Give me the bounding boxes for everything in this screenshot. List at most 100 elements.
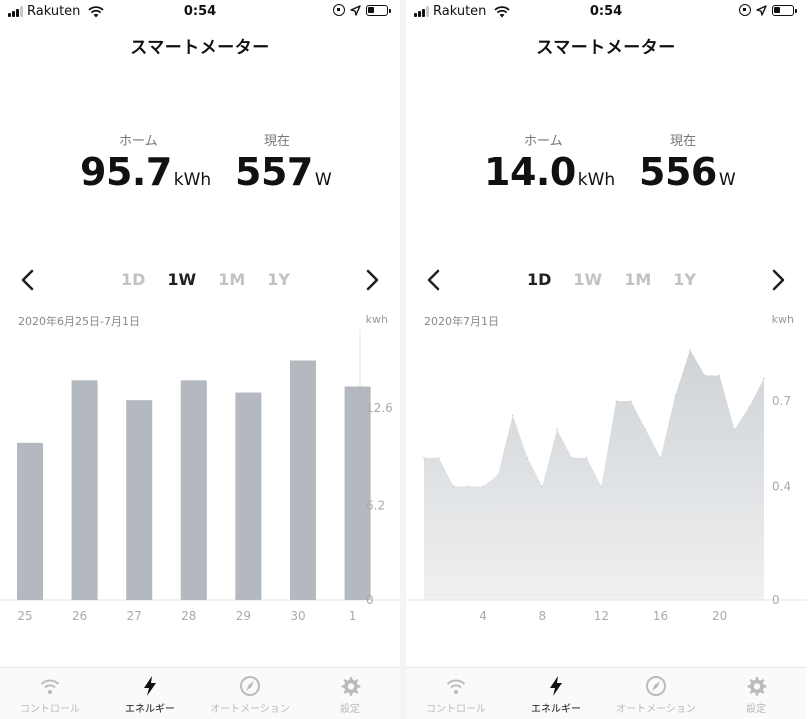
x-tick-label: 26 bbox=[72, 609, 87, 623]
location-icon bbox=[756, 4, 767, 16]
home-usage-unit: kWh bbox=[577, 170, 616, 190]
data-point bbox=[467, 485, 470, 488]
current-power-value: 557 bbox=[235, 150, 313, 194]
bar[interactable] bbox=[180, 380, 207, 600]
axis-unit: kwh bbox=[771, 313, 794, 326]
compass-icon bbox=[646, 676, 666, 696]
bar[interactable] bbox=[235, 392, 262, 600]
data-point bbox=[556, 428, 558, 431]
rotation-lock-icon bbox=[739, 4, 751, 16]
data-point bbox=[615, 400, 617, 402]
tab-control-label: コントロール bbox=[426, 704, 486, 715]
area-chart-svg: 4 8 12 16 20 0.7 0.4 0 bbox=[406, 349, 806, 623]
previous-period-button[interactable] bbox=[18, 268, 38, 292]
x-tick-label: 12 bbox=[594, 609, 609, 623]
current-power-unit: W bbox=[314, 170, 332, 190]
battery-icon bbox=[772, 4, 797, 16]
tab-settings[interactable]: 設定 bbox=[300, 668, 400, 719]
current-power-value: 556 bbox=[639, 150, 717, 194]
tab-automation-label: オートメーション bbox=[616, 704, 696, 715]
chevron-right-icon bbox=[366, 269, 379, 291]
area-series[interactable] bbox=[424, 349, 764, 600]
wifi-icon bbox=[446, 679, 466, 694]
data-point bbox=[644, 428, 647, 431]
home-label: ホーム bbox=[524, 134, 563, 149]
range-1m[interactable]: 1M bbox=[218, 270, 245, 289]
y-tick-label: 0 bbox=[366, 593, 374, 607]
chevron-left-icon bbox=[21, 269, 34, 291]
chevron-right-icon bbox=[772, 269, 785, 291]
gear-icon bbox=[747, 677, 767, 696]
tab-settings[interactable]: 設定 bbox=[706, 668, 806, 719]
compass-icon bbox=[240, 676, 260, 696]
gear-icon bbox=[341, 677, 361, 696]
daily-area-chart: 4 8 12 16 20 0.7 0.4 0 bbox=[406, 330, 806, 630]
axis-unit: kwh bbox=[365, 313, 388, 326]
bar[interactable] bbox=[290, 360, 316, 600]
x-tick-label: 16 bbox=[653, 609, 668, 623]
range-1w[interactable]: 1W bbox=[573, 270, 602, 289]
data-point bbox=[704, 374, 706, 377]
next-period-button[interactable] bbox=[768, 268, 788, 292]
tab-energy[interactable]: エネルギー bbox=[100, 668, 200, 719]
range-selector: 1D 1W 1M 1Y bbox=[527, 270, 696, 289]
home-usage-unit: kWh bbox=[173, 170, 212, 190]
y-tick-label: 0.7 bbox=[772, 394, 791, 408]
tab-energy[interactable]: エネルギー bbox=[506, 668, 606, 719]
data-point bbox=[571, 457, 573, 459]
data-point bbox=[452, 485, 455, 488]
x-tick-label: 30 bbox=[290, 609, 305, 623]
x-tick-label: 25 bbox=[17, 609, 32, 623]
home-label: ホーム bbox=[119, 134, 158, 149]
data-point bbox=[482, 485, 484, 488]
tab-control[interactable]: コントロール bbox=[406, 668, 506, 719]
y-tick-label: 0.4 bbox=[772, 479, 791, 493]
period-label: 2020年6月25日-7月1日 bbox=[18, 315, 140, 328]
current-power-unit: W bbox=[718, 170, 736, 190]
data-point bbox=[763, 377, 765, 380]
range-1d[interactable]: 1D bbox=[121, 270, 145, 289]
bar[interactable] bbox=[71, 380, 98, 600]
lightning-icon bbox=[144, 676, 156, 696]
data-point bbox=[437, 457, 440, 459]
previous-period-button[interactable] bbox=[424, 268, 444, 292]
current-power: 557 W bbox=[235, 150, 332, 194]
x-tick-label: 1 bbox=[349, 609, 357, 623]
data-point bbox=[600, 485, 603, 488]
data-point bbox=[630, 400, 632, 402]
x-tick-label: 29 bbox=[236, 609, 251, 623]
tab-bar: コントロール エネルギー オートメーション 設定 bbox=[406, 667, 806, 719]
next-period-button[interactable] bbox=[362, 268, 382, 292]
range-1y[interactable]: 1Y bbox=[673, 270, 696, 289]
screen-daily: Rakuten 0:54 スマートメーター ホーム 14.0 kWh 現在 55… bbox=[406, 0, 806, 719]
tab-automation[interactable]: オートメーション bbox=[606, 668, 706, 719]
range-1w[interactable]: 1W bbox=[167, 270, 196, 289]
weekly-bar-chart: 25 26 27 28 29 30 1 12.6 6.2 0 bbox=[0, 330, 400, 630]
period-nav: 1D 1W 1M 1Y bbox=[0, 262, 400, 298]
bar[interactable] bbox=[344, 386, 371, 600]
range-1y[interactable]: 1Y bbox=[267, 270, 290, 289]
data-point bbox=[674, 394, 677, 397]
data-point bbox=[718, 374, 721, 377]
data-point bbox=[659, 457, 662, 459]
current-power: 556 W bbox=[639, 150, 736, 194]
range-1d[interactable]: 1D bbox=[527, 270, 551, 289]
data-point bbox=[526, 457, 529, 459]
screen-weekly: Rakuten 0:54 スマートメーター ホーム 95.7 kWh 現在 55… bbox=[0, 0, 400, 719]
bar[interactable] bbox=[17, 442, 43, 600]
page-title: スマートメーター bbox=[536, 38, 676, 58]
data-point bbox=[585, 457, 588, 459]
range-1m[interactable]: 1M bbox=[624, 270, 651, 289]
wifi-icon bbox=[40, 679, 60, 694]
tab-settings-label: 設定 bbox=[746, 704, 766, 715]
period-nav: 1D 1W 1M 1Y bbox=[406, 262, 806, 298]
bar[interactable] bbox=[126, 400, 153, 600]
status-bar: Rakuten 0:54 bbox=[406, 0, 806, 26]
tab-bar: コントロール エネルギー オートメーション 設定 bbox=[0, 667, 400, 719]
tab-control[interactable]: コントロール bbox=[0, 668, 100, 719]
x-tick-label: 27 bbox=[127, 609, 142, 623]
tab-settings-label: 設定 bbox=[340, 704, 360, 715]
home-usage-value: 95.7 bbox=[80, 150, 172, 194]
tab-automation[interactable]: オートメーション bbox=[200, 668, 300, 719]
status-bar: Rakuten 0:54 bbox=[0, 0, 400, 26]
